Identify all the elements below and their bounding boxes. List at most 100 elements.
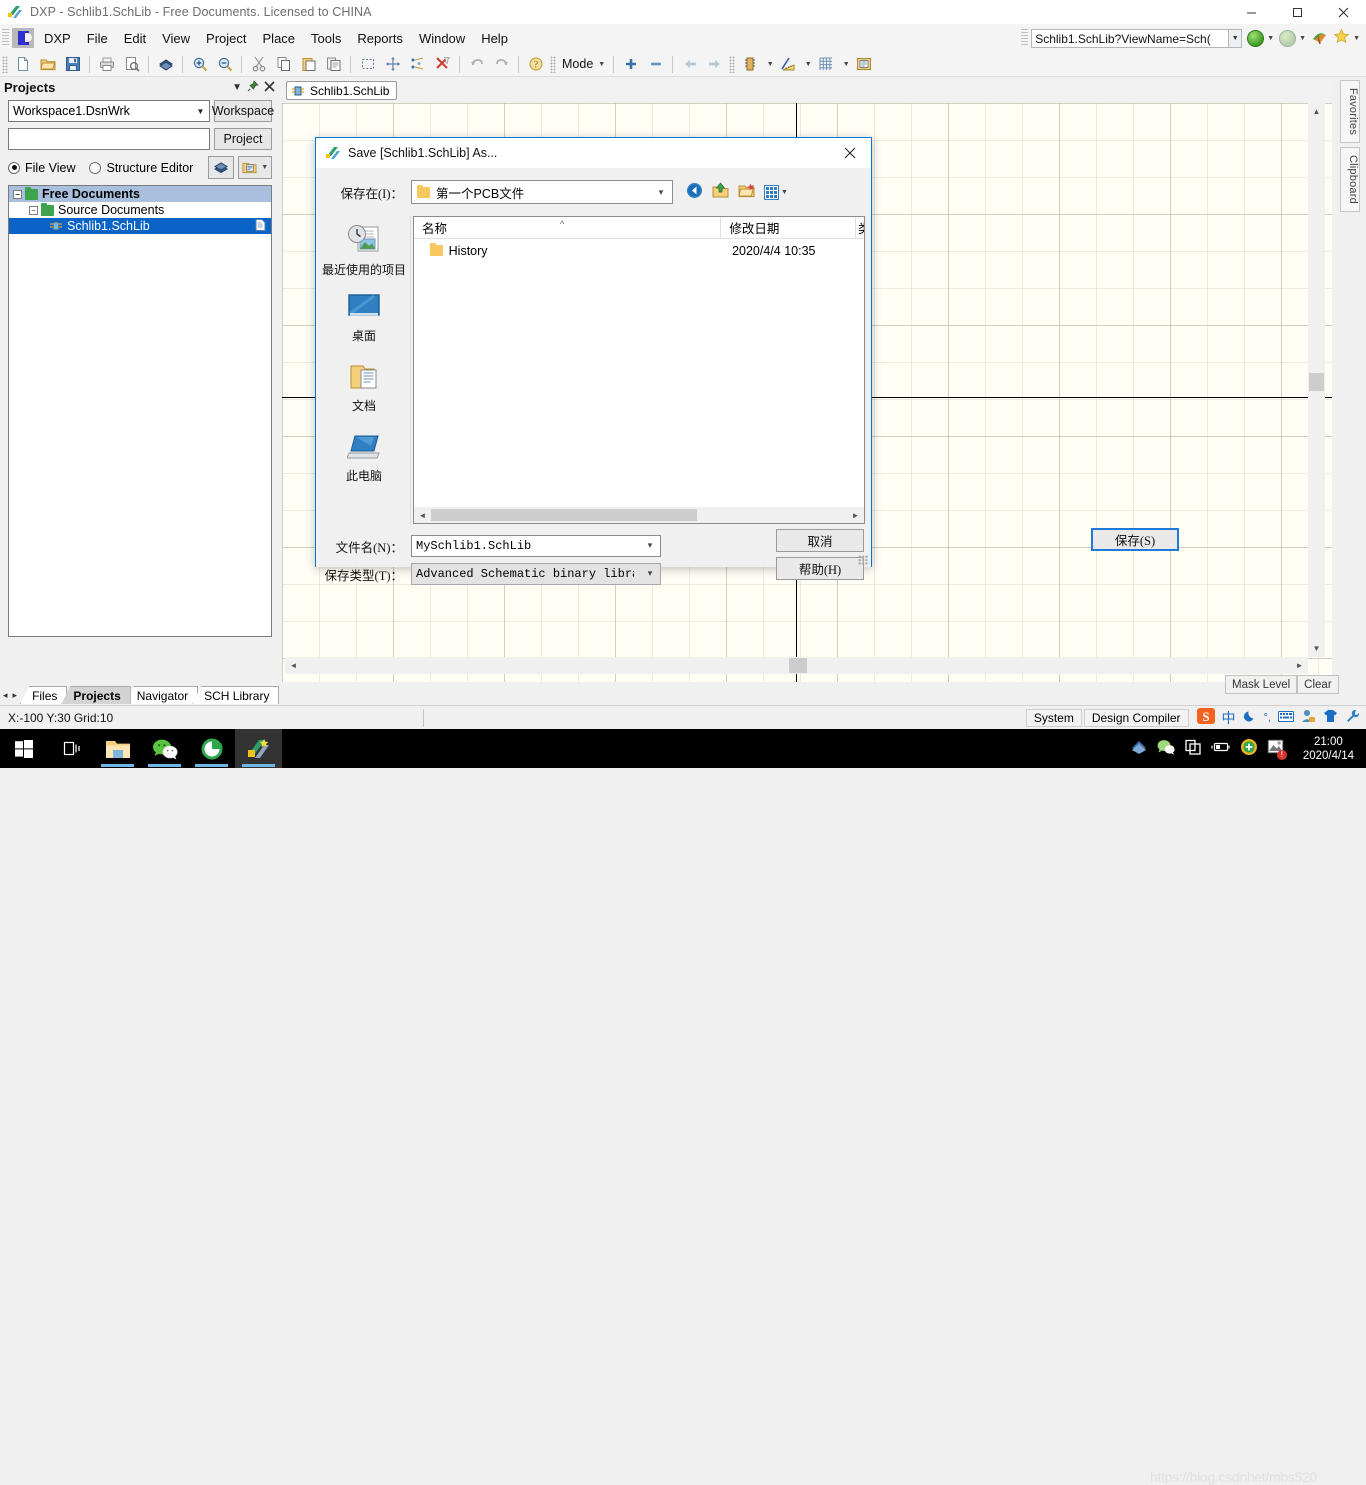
clear-filter-icon[interactable] xyxy=(430,53,455,75)
chevron-down-icon[interactable]: ▼ xyxy=(781,189,788,196)
mask-level-button[interactable]: Mask Level xyxy=(1225,675,1297,694)
zoom-in-icon[interactable] xyxy=(187,53,212,75)
skin-icon[interactable] xyxy=(1323,709,1338,726)
file-row-history[interactable]: History 2020/4/4 10:35 xyxy=(414,239,864,262)
structure-editor-label[interactable]: Structure Editor xyxy=(106,161,193,175)
taskbar-clock[interactable]: 21:00 2020/4/14 xyxy=(1295,735,1362,763)
layers-icon[interactable] xyxy=(208,156,234,179)
redo-icon[interactable] xyxy=(489,53,514,75)
mode-toolbar-grip[interactable] xyxy=(550,56,556,73)
project-button[interactable]: Project xyxy=(214,128,272,150)
grid-icon[interactable] xyxy=(813,53,838,75)
punctuation-icon[interactable]: °, xyxy=(1264,712,1271,724)
address-input[interactable]: Schlib1.SchLib?ViewName=Sch( xyxy=(1031,29,1229,48)
project-input[interactable] xyxy=(8,128,210,150)
print-preview-icon[interactable] xyxy=(119,53,144,75)
chevron-down-icon[interactable]: ▾ xyxy=(640,569,660,579)
address-dropdown-icon[interactable]: ▼ xyxy=(1229,29,1242,48)
altium-designer-icon[interactable] xyxy=(235,729,282,768)
scroll-right-icon[interactable]: ► xyxy=(847,507,864,524)
component-dropdown-icon[interactable]: ▼ xyxy=(762,53,775,75)
new-folder-icon[interactable] xyxy=(738,182,755,202)
sogou-icon[interactable]: S xyxy=(1197,707,1215,728)
project-tree[interactable]: − Free Documents − Source Documents Schl… xyxy=(8,185,272,637)
scroll-right-icon[interactable]: ► xyxy=(1291,657,1308,674)
place-documents[interactable]: 文档 xyxy=(318,356,410,426)
save-in-combo[interactable]: 第一个PCB文件 ▾ xyxy=(411,180,673,204)
print-icon[interactable] xyxy=(94,53,119,75)
chevron-down-icon[interactable]: ▼ xyxy=(232,82,242,93)
ruler-icon[interactable] xyxy=(775,53,800,75)
workspace-button[interactable]: Workspace xyxy=(214,100,272,122)
panel-tab-navigator[interactable]: Navigator xyxy=(125,686,198,704)
menu-item-reports[interactable]: Reports xyxy=(349,28,411,49)
dialog-resize-grip[interactable] xyxy=(858,555,868,565)
tree-item-free-documents[interactable]: − Free Documents xyxy=(9,186,271,202)
panel-tab-prev[interactable]: ◂ xyxy=(3,690,8,701)
moon-icon[interactable] xyxy=(1243,709,1257,726)
select-area-icon[interactable] xyxy=(355,53,380,75)
ruler-dropdown-icon[interactable]: ▼ xyxy=(800,53,813,75)
board-icon[interactable] xyxy=(153,53,178,75)
radio-structure-editor[interactable] xyxy=(89,162,101,174)
workspace-combo[interactable]: Workspace1.DsnWrk ▼ xyxy=(8,100,210,122)
toolbar-grip[interactable] xyxy=(2,56,8,73)
next-icon[interactable] xyxy=(702,53,727,75)
file-list-body[interactable]: History 2020/4/4 10:35 xyxy=(414,239,864,463)
menu-item-view[interactable]: View xyxy=(154,28,198,49)
move-icon[interactable] xyxy=(380,53,405,75)
altium-tray-icon[interactable] xyxy=(1130,738,1148,759)
column-header-type[interactable]: 类 xyxy=(856,217,864,239)
remove-icon[interactable] xyxy=(643,53,668,75)
paste-special-icon[interactable] xyxy=(321,53,346,75)
open-folder-icon[interactable] xyxy=(35,53,60,75)
copy-icon[interactable] xyxy=(271,53,296,75)
user-icon[interactable] xyxy=(1301,709,1316,726)
open-project-button[interactable]: ▼ xyxy=(238,156,272,179)
expander-icon[interactable]: − xyxy=(13,190,22,199)
system-button[interactable]: System xyxy=(1026,709,1082,727)
keyboard-icon[interactable] xyxy=(1278,710,1294,726)
nav-home-button[interactable] xyxy=(1311,28,1328,48)
radio-file-view[interactable] xyxy=(8,162,20,174)
security-tray-icon[interactable] xyxy=(1240,738,1258,759)
undo-icon[interactable] xyxy=(464,53,489,75)
nav-forward-button[interactable]: ▼ xyxy=(1279,30,1306,47)
back-icon[interactable] xyxy=(686,182,703,202)
clear-mask-button[interactable]: Clear xyxy=(1297,675,1338,694)
mode-button[interactable]: Mode▼ xyxy=(558,55,609,73)
minimize-button[interactable] xyxy=(1228,0,1274,24)
dxp-logo-icon[interactable] xyxy=(12,28,34,48)
add-icon[interactable] xyxy=(618,53,643,75)
column-header-modified[interactable]: 修改日期 xyxy=(721,217,856,239)
tree-item-schlib1[interactable]: Schlib1.SchLib xyxy=(9,218,271,234)
align-icon[interactable] xyxy=(405,53,430,75)
horizontal-scroll-thumb[interactable] xyxy=(789,658,807,673)
nav-favorites-button[interactable]: ▼ xyxy=(1333,28,1360,48)
wechat-icon[interactable] xyxy=(141,729,188,768)
paste-icon[interactable] xyxy=(296,53,321,75)
place-this-pc[interactable]: 此电脑 xyxy=(318,426,410,496)
copy-tray-icon[interactable] xyxy=(1184,738,1202,759)
canvas-vertical-scrollbar[interactable]: ▲ ▼ xyxy=(1308,103,1325,657)
component-icon[interactable] xyxy=(737,53,762,75)
menu-grip[interactable] xyxy=(2,29,9,47)
expander-icon[interactable]: − xyxy=(29,206,38,215)
pin-icon[interactable] xyxy=(247,80,259,95)
canvas-horizontal-scrollbar[interactable]: ◄ ► xyxy=(285,657,1308,674)
scroll-up-icon[interactable]: ▲ xyxy=(1308,103,1325,120)
file-explorer-icon[interactable] xyxy=(94,729,141,768)
panel-tab-projects[interactable]: Projects xyxy=(61,686,130,704)
menu-item-dxp[interactable]: DXP xyxy=(36,28,79,49)
new-document-icon[interactable] xyxy=(10,53,35,75)
save-icon[interactable] xyxy=(60,53,85,75)
chinese-ime-icon[interactable]: 中 xyxy=(1222,708,1236,728)
menu-item-place[interactable]: Place xyxy=(255,28,304,49)
zoom-out-icon[interactable] xyxy=(212,53,237,75)
scroll-down-icon[interactable]: ▼ xyxy=(1308,640,1325,657)
address-grip[interactable] xyxy=(1021,29,1028,47)
scroll-left-icon[interactable]: ◄ xyxy=(285,657,302,674)
task-view-icon[interactable] xyxy=(47,729,94,768)
cancel-button[interactable]: 取消 xyxy=(776,529,864,552)
vertical-scroll-thumb[interactable] xyxy=(1309,373,1324,391)
